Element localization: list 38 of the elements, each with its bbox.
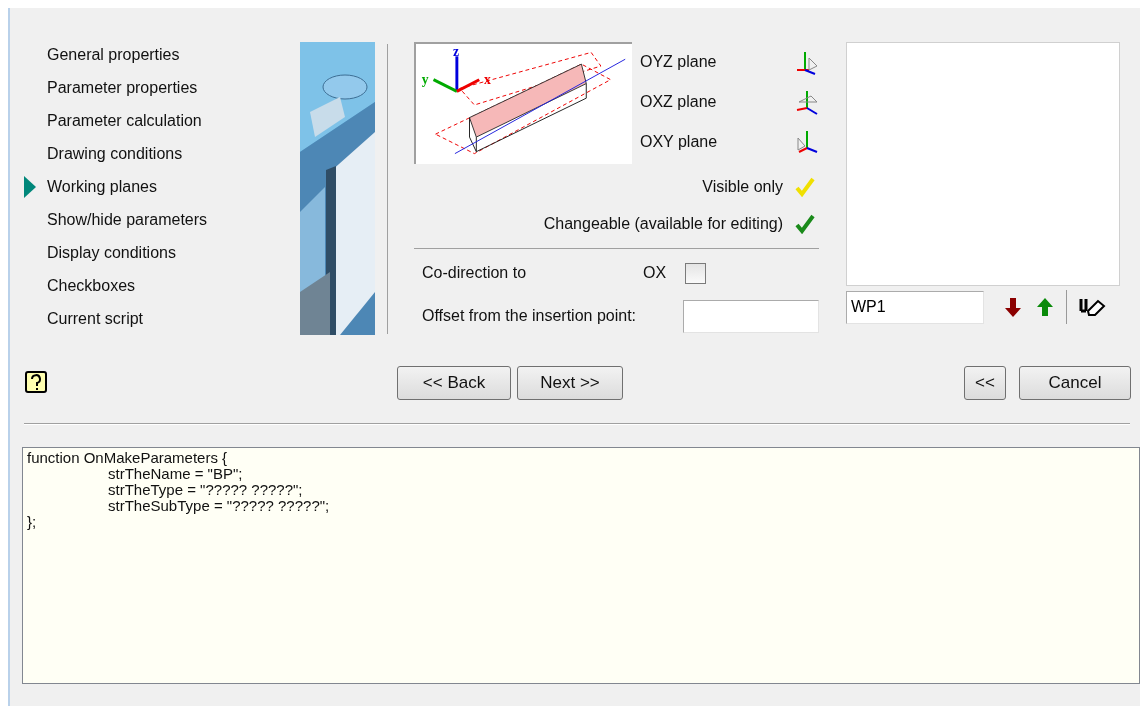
back-button[interactable]: << Back — [397, 366, 511, 400]
plane-name-field[interactable]: WP1 — [846, 290, 984, 324]
plane-label: OXY plane — [640, 132, 719, 152]
checkbox[interactable] — [685, 262, 706, 284]
code-line: strTheName = "BP"; — [107, 466, 244, 482]
collapse-button[interactable]: << — [964, 366, 1006, 400]
nav-item[interactable]: Display conditions — [47, 240, 176, 265]
axes-icon[interactable] — [795, 128, 819, 156]
axis-label: z — [452, 44, 459, 60]
axis-label: x — [484, 71, 491, 87]
nav-item[interactable]: Parameter properties — [47, 75, 198, 100]
mode-label: Changeable (available for editing) — [543, 213, 783, 234]
nav-item[interactable]: Current script — [47, 306, 144, 331]
code-line: }; — [27, 514, 38, 530]
nav-item[interactable]: Checkboxes — [47, 273, 136, 298]
next-button[interactable]: Next >> — [517, 366, 623, 400]
nav-item[interactable]: General properties — [47, 42, 180, 67]
nav-item[interactable]: Working planes — [47, 174, 157, 199]
script-editor[interactable]: function OnMakeParameters { strTheName = "BP"; strTheType = "????? ?????"; strTheSubType = "????? ?????"; }; — [22, 447, 1140, 684]
code-line: strTheType = "????? ?????"; — [107, 482, 304, 498]
arrow-down-icon[interactable] — [1002, 296, 1024, 318]
axis-label: y — [421, 71, 429, 87]
cancel-button[interactable]: Cancel — [1019, 366, 1131, 400]
code-line: function OnMakeParameters { — [27, 450, 229, 466]
offset-label: Offset from the insertion point: — [422, 306, 638, 326]
help-icon[interactable] — [25, 371, 47, 395]
nav-item[interactable]: Drawing conditions — [47, 141, 183, 166]
plane-label: OYZ plane — [640, 52, 718, 72]
nav-item[interactable]: Show/hide parameters — [47, 207, 208, 232]
offset-field[interactable] — [683, 299, 819, 333]
axis-label: OX — [643, 263, 668, 283]
nav-item[interactable]: Parameter calculation — [47, 108, 202, 133]
plane-label: OXZ plane — [640, 92, 718, 112]
arrow-up-icon[interactable] — [1034, 296, 1056, 318]
axes-icon[interactable] — [795, 88, 819, 116]
code-line: strTheSubType = "????? ?????"; — [107, 498, 331, 514]
codirection-label: Co-direction to — [422, 263, 528, 283]
mode-label: Visible only — [702, 176, 783, 197]
